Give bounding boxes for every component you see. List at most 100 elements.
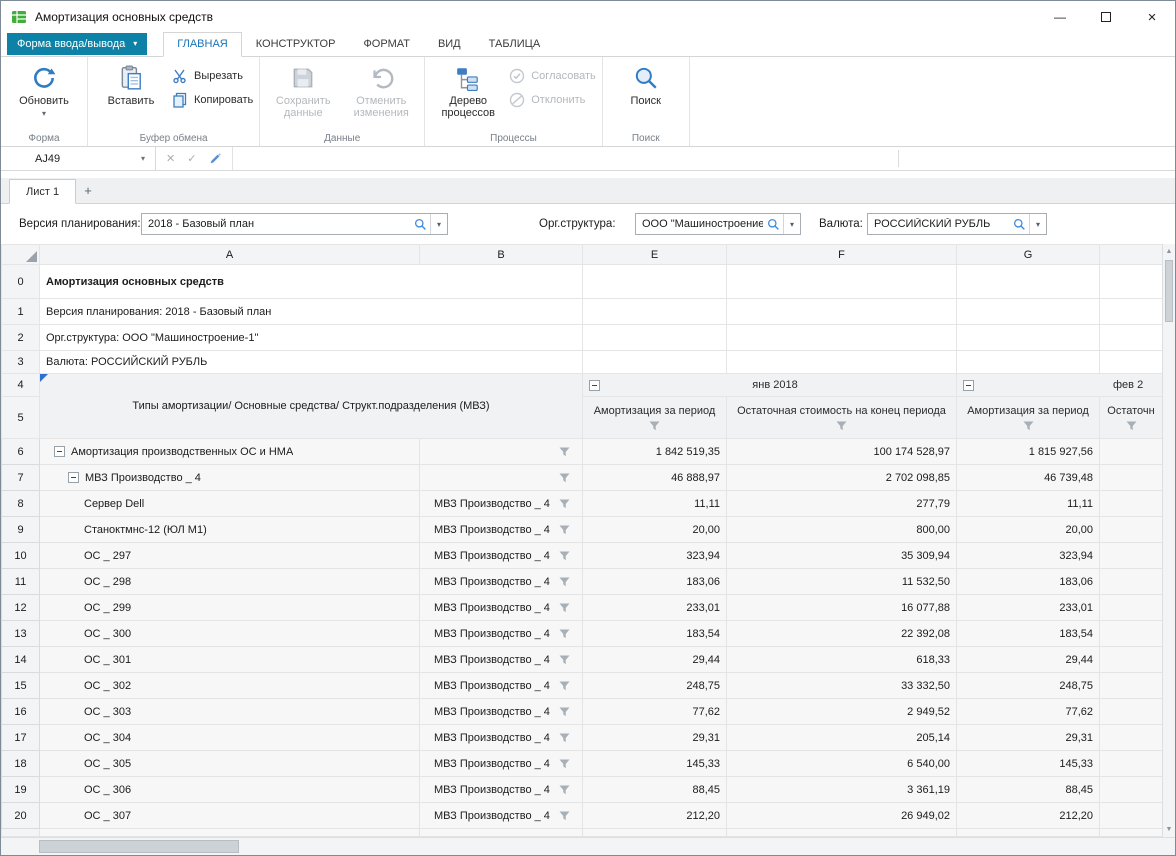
cell-value[interactable]: 11 532,50 xyxy=(727,569,957,595)
row-header[interactable]: 3 xyxy=(2,351,40,374)
cell-value[interactable]: 20,00 xyxy=(583,517,727,543)
copy-button[interactable]: Копировать xyxy=(172,92,253,108)
cell-mvz[interactable] xyxy=(420,465,583,491)
form-io-menu-button[interactable]: Форма ввода/вывода ▾ xyxy=(7,33,147,55)
month-band-feb[interactable]: фев 2 xyxy=(957,374,1163,397)
process-tree-button[interactable]: Дерево процессов xyxy=(431,60,505,119)
row-header[interactable]: 5 xyxy=(2,397,40,439)
cell-value[interactable]: 16 077,88 xyxy=(727,595,957,621)
cell-value[interactable]: 323,94 xyxy=(583,543,727,569)
cell-value[interactable]: 248,75 xyxy=(957,673,1100,699)
formula-wizard-icon[interactable] xyxy=(208,152,222,166)
filter-icon[interactable] xyxy=(559,551,570,561)
cell-value[interactable]: 145,33 xyxy=(583,751,727,777)
tab-vid[interactable]: ВИД xyxy=(424,32,475,57)
cell-asset-name[interactable]: ОС _ 299 xyxy=(40,595,420,621)
cell-asset-name[interactable]: Станоктмнс-12 (ЮЛ М1) xyxy=(40,517,420,543)
cell-mvz[interactable]: МВЗ Производство _ 4 xyxy=(420,569,583,595)
row-header[interactable]: 17 xyxy=(2,725,40,751)
cell-value[interactable]: 46 888,97 xyxy=(583,465,727,491)
cell-value[interactable]: 183,06 xyxy=(957,569,1100,595)
filter-icon[interactable] xyxy=(559,759,570,769)
filter-icon[interactable] xyxy=(559,681,570,691)
cell-value[interactable]: 212,20 xyxy=(957,803,1100,829)
cell-value[interactable] xyxy=(1100,621,1163,647)
row-header[interactable]: 12 xyxy=(2,595,40,621)
cell-value[interactable]: 145,33 xyxy=(957,751,1100,777)
cell-value[interactable]: 100 174 528,97 xyxy=(727,439,957,465)
select-all-corner[interactable] xyxy=(2,245,40,265)
row-header[interactable]: 16 xyxy=(2,699,40,725)
cell-value[interactable]: 277,79 xyxy=(727,491,957,517)
filter-icon[interactable] xyxy=(559,525,570,535)
empty-cell[interactable] xyxy=(727,265,957,299)
cell-value[interactable]: 77,62 xyxy=(957,699,1100,725)
column-header-a[interactable]: A xyxy=(40,245,420,265)
row-header[interactable]: 15 xyxy=(2,673,40,699)
empty-cell[interactable] xyxy=(957,265,1100,299)
cell-asset-name[interactable]: Амортизация производственных ОС и НМА xyxy=(40,439,420,465)
row-header[interactable]: 9 xyxy=(2,517,40,543)
info-currency-cell[interactable]: Валюта: РОССИЙСКИЙ РУБЛЬ xyxy=(40,351,583,374)
cell-value[interactable]: 46 739,48 xyxy=(957,465,1100,491)
cell-value[interactable]: 11,11 xyxy=(583,491,727,517)
cell-value[interactable] xyxy=(1100,465,1163,491)
add-sheet-button[interactable]: + xyxy=(76,178,100,203)
collapse-toggle[interactable] xyxy=(68,472,79,483)
empty-cell[interactable] xyxy=(957,299,1100,325)
cell-value[interactable]: 29,31 xyxy=(957,725,1100,751)
cell-value[interactable]: 88,45 xyxy=(583,777,727,803)
cell-mvz[interactable]: МВЗ Производство _ 4 xyxy=(420,647,583,673)
filter-icon[interactable] xyxy=(559,473,570,483)
info-version-cell[interactable]: Версия планирования: 2018 - Базовый план xyxy=(40,299,583,325)
column-header-b[interactable]: B xyxy=(420,245,583,265)
cell-value[interactable]: 618,33 xyxy=(727,647,957,673)
column-header-f[interactable]: F xyxy=(727,245,957,265)
cell-value[interactable]: 35 309,94 xyxy=(727,543,957,569)
filter-icon[interactable] xyxy=(649,421,660,431)
row-header[interactable]: 2 xyxy=(2,325,40,351)
cell-asset-name[interactable]: ОС _ 303 xyxy=(40,699,420,725)
empty-cell[interactable] xyxy=(583,265,727,299)
cell-value[interactable]: 29,44 xyxy=(957,647,1100,673)
paste-button[interactable]: Вставить xyxy=(94,60,168,107)
info-org-cell[interactable]: Орг.структура: ООО "Машиностроение-1" xyxy=(40,325,583,351)
undo-changes-button[interactable]: Отменить изменения xyxy=(344,60,418,119)
cell-value[interactable] xyxy=(1100,595,1163,621)
org-structure-combo[interactable]: ООО "Машиностроение-1" ▾ xyxy=(635,213,801,235)
measure-header-residual-feb-clipped[interactable]: Остаточн xyxy=(1100,397,1163,439)
cell-value[interactable]: 11,11 xyxy=(957,491,1100,517)
empty-cell[interactable] xyxy=(957,351,1100,374)
chevron-down-icon[interactable]: ▾ xyxy=(141,154,145,163)
row-header[interactable]: 0 xyxy=(2,265,40,299)
filter-icon[interactable] xyxy=(559,655,570,665)
filter-icon[interactable] xyxy=(559,811,570,821)
version-combo[interactable]: 2018 - Базовый план ▾ xyxy=(141,213,448,235)
vertical-scrollbar[interactable]: ▲ ▼ xyxy=(1162,244,1175,837)
tab-tablitsa[interactable]: ТАБЛИЦА xyxy=(475,32,555,57)
filter-icon[interactable] xyxy=(836,421,847,431)
measure-header-residual-jan[interactable]: Остаточная стоимость на конец периода xyxy=(727,397,957,439)
cell-value[interactable]: 77,62 xyxy=(583,699,727,725)
filter-icon[interactable] xyxy=(559,447,570,457)
row-header[interactable]: 7 xyxy=(2,465,40,491)
cell-value[interactable]: 2 702 098,85 xyxy=(727,465,957,491)
collapse-toggle[interactable] xyxy=(963,380,974,391)
report-title-cell[interactable]: Амортизация основных средств xyxy=(40,265,583,299)
confirm-icon[interactable]: ✓ xyxy=(187,152,196,165)
cell-value[interactable]: 22 392,08 xyxy=(727,621,957,647)
cell-mvz[interactable]: МВЗ Производство _ 4 xyxy=(420,751,583,777)
minimize-button[interactable]: — xyxy=(1037,1,1083,33)
cell-value[interactable]: 212,20 xyxy=(583,803,727,829)
filter-icon[interactable] xyxy=(559,629,570,639)
cell-mvz[interactable]: МВЗ Производство _ 4 xyxy=(420,543,583,569)
cell-asset-name[interactable]: ОС _ 304 xyxy=(40,725,420,751)
cell-value[interactable] xyxy=(1100,517,1163,543)
sheet-tab-list1[interactable]: Лист 1 xyxy=(9,179,76,204)
row-header[interactable]: 19 xyxy=(2,777,40,803)
cell-value[interactable]: 29,44 xyxy=(583,647,727,673)
approve-button[interactable]: Согласовать xyxy=(509,68,595,84)
empty-cell[interactable] xyxy=(1100,265,1163,299)
cell-value[interactable]: 233,01 xyxy=(957,595,1100,621)
cell-value[interactable]: 33 332,50 xyxy=(727,673,957,699)
